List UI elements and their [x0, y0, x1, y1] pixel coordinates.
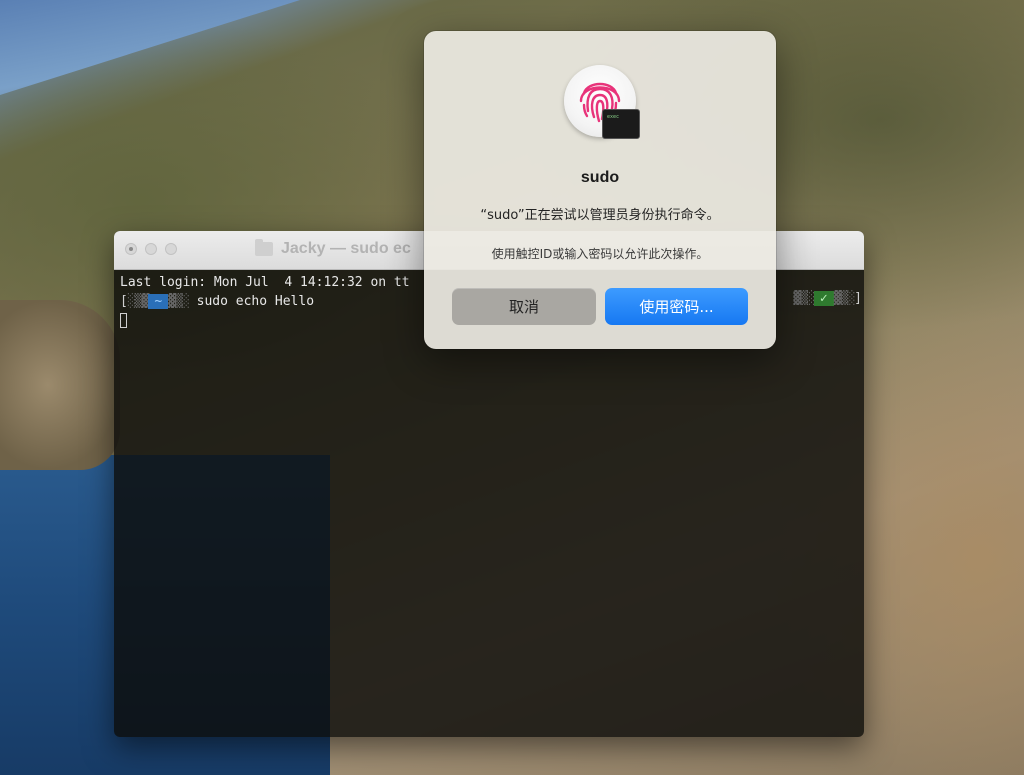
prompt-directory: ~	[148, 294, 169, 309]
prompt-fill-mid: ▓▒░	[168, 294, 190, 309]
text-cursor	[120, 313, 127, 328]
terminal-badge-icon: exec	[602, 109, 640, 139]
login-text: Last login: Mon Jul 4 14:12:32 on tt	[120, 275, 410, 290]
prompt-fill-left: ░▒▓	[127, 294, 150, 309]
zoom-button[interactable]	[165, 243, 177, 255]
badge-text: exec	[607, 114, 620, 120]
terminal-title: Jacky — sudo ec	[255, 239, 411, 258]
prompt-right-segment: ▓▒░ ✓ ▓▒░ ]	[793, 291, 862, 306]
prompt-right-fill: ▓▒░	[793, 291, 815, 306]
status-ok-icon: ✓	[813, 291, 834, 306]
minimize-button[interactable]	[145, 243, 157, 255]
folder-icon	[255, 239, 273, 256]
cancel-button[interactable]: 取消	[452, 288, 596, 325]
wallpaper-rock	[0, 300, 120, 470]
dialog-message: “sudo”正在尝试以管理员身份执行命令。	[480, 208, 720, 223]
dialog-title: sudo	[580, 169, 620, 186]
terminal-title-text: Jacky — sudo ec	[281, 240, 411, 257]
prompt-bracket-open: [	[120, 294, 128, 309]
dialog-subtext: 使用触控ID或输入密码以允许此次操作。	[491, 247, 709, 261]
use-password-button[interactable]: 使用密码...	[605, 288, 748, 325]
prompt-right-fill-2: ▓▒░	[833, 291, 856, 306]
auth-dialog[interactable]: exec sudo “sudo”正在尝试以管理员身份执行命令。 使用触控ID或输…	[424, 31, 776, 349]
command-text: sudo echo Hello	[196, 294, 315, 309]
close-button[interactable]	[125, 243, 137, 255]
window-controls	[125, 243, 177, 255]
wallpaper-sky	[0, 0, 300, 95]
prompt-bracket-close: ]	[854, 291, 862, 306]
